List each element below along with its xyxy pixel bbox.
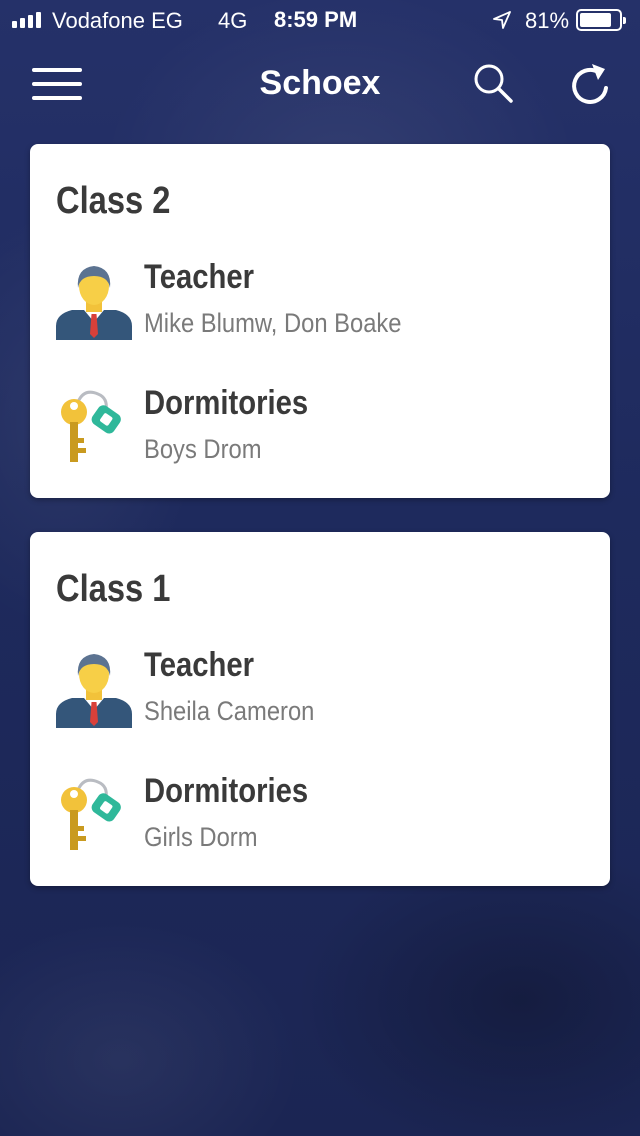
dormitory-name: Boys Drom <box>144 434 262 464</box>
teacher-label: Teacher <box>144 646 254 684</box>
signal-strength-icon <box>12 12 41 28</box>
location-arrow-icon <box>493 11 511 29</box>
teacher-row[interactable]: Teacher Sheila Cameron <box>30 640 610 740</box>
dormitories-label: Dormitories <box>144 384 309 422</box>
navigation-bar: Schoex <box>0 40 640 128</box>
status-bar: Vodafone EG 4G 8:59 PM 81% <box>0 0 640 40</box>
status-time: 8:59 PM <box>274 7 358 32</box>
class-card[interactable]: Class 2 Teacher Mike Blumw, Don Boake Do… <box>30 144 610 498</box>
dormitories-row[interactable]: Dormitories Boys Drom <box>30 378 610 478</box>
carrier-name: Vodafone EG <box>52 8 183 33</box>
teacher-icon <box>56 266 132 340</box>
dormitories-label: Dormitories <box>144 772 309 810</box>
dormitory-name: Girls Dorm <box>144 822 258 852</box>
hamburger-menu-icon[interactable] <box>30 64 84 104</box>
teacher-names: Mike Blumw, Don Boake <box>144 308 402 338</box>
app-title: Schoex <box>259 64 381 102</box>
class-card[interactable]: Class 1 Teacher Sheila Cameron Dormitori… <box>30 532 610 886</box>
battery-percent: 81% <box>525 8 570 33</box>
network-type: 4G <box>218 8 248 33</box>
keys-icon <box>61 390 121 462</box>
teacher-icon <box>56 654 132 728</box>
teacher-names: Sheila Cameron <box>144 696 315 726</box>
dormitories-row[interactable]: Dormitories Girls Dorm <box>30 766 610 866</box>
class-name: Class 1 <box>56 568 171 610</box>
refresh-icon[interactable] <box>568 60 612 106</box>
search-icon[interactable] <box>472 62 514 104</box>
battery-icon <box>576 9 626 31</box>
teacher-row[interactable]: Teacher Mike Blumw, Don Boake <box>30 252 610 352</box>
class-name: Class 2 <box>56 180 171 222</box>
keys-icon <box>61 778 121 850</box>
teacher-label: Teacher <box>144 258 254 296</box>
